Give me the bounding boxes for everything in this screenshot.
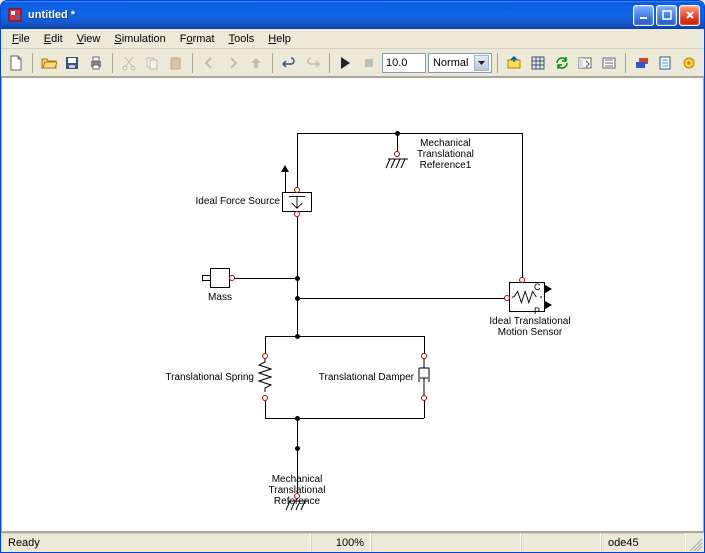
app-icon xyxy=(7,7,23,23)
maximize-button[interactable] xyxy=(656,5,677,26)
wire xyxy=(297,133,522,134)
status-solver: ode45 xyxy=(601,533,686,552)
forward-button[interactable] xyxy=(222,52,244,74)
connection-node xyxy=(295,334,300,339)
menu-view[interactable]: View xyxy=(70,31,108,47)
model-explorer-button[interactable] xyxy=(574,52,596,74)
port-conserving xyxy=(294,211,300,217)
minimize-button[interactable] xyxy=(633,5,654,26)
library-browser-button[interactable] xyxy=(598,52,620,74)
separator xyxy=(329,53,330,73)
separator xyxy=(497,53,498,73)
menu-simulation[interactable]: Simulation xyxy=(107,31,172,47)
label-ideal-force-source: Ideal Force Source xyxy=(180,196,280,207)
port-conserving xyxy=(229,275,235,281)
connection-node xyxy=(295,446,300,451)
separator xyxy=(112,53,113,73)
block-translational-spring[interactable] xyxy=(258,358,272,396)
window-controls xyxy=(633,5,700,26)
port-conserving xyxy=(519,277,525,283)
port-conserving xyxy=(394,151,400,157)
status-empty2 xyxy=(521,533,601,552)
block-mech-ref1[interactable] xyxy=(385,156,411,172)
port-conserving xyxy=(421,395,427,401)
close-button[interactable] xyxy=(679,5,700,26)
simulation-mode-value: Normal xyxy=(433,57,468,69)
port-conserving xyxy=(421,353,427,359)
status-empty1 xyxy=(371,533,521,552)
save-button[interactable] xyxy=(61,52,83,74)
separator xyxy=(32,53,33,73)
signal-out-arrow-icon xyxy=(545,301,552,309)
toolbar: Normal xyxy=(1,49,704,77)
stop-button[interactable] xyxy=(358,52,380,74)
port-conserving xyxy=(504,295,510,301)
label-mass: Mass xyxy=(202,292,238,303)
menu-file[interactable]: File xyxy=(5,31,37,47)
menu-tools[interactable]: Tools xyxy=(222,31,262,47)
back-button[interactable] xyxy=(198,52,220,74)
redo-button[interactable] xyxy=(302,52,324,74)
label-mech-ref-real: Mechanical Translational Reference xyxy=(260,474,334,507)
menu-help[interactable]: Help xyxy=(261,31,298,47)
block-mass[interactable] xyxy=(210,268,230,288)
wire xyxy=(297,278,298,298)
menu-format[interactable]: Format xyxy=(173,31,222,47)
wire xyxy=(285,170,286,192)
update-diagram-button[interactable] xyxy=(527,52,549,74)
debug-button[interactable] xyxy=(678,52,700,74)
print-button[interactable] xyxy=(85,52,107,74)
separator xyxy=(192,53,193,73)
label-translational-damper: Translational Damper xyxy=(308,372,414,383)
wire xyxy=(230,278,297,279)
statusbar: Ready 100% ode45 xyxy=(1,532,704,552)
block-translational-damper[interactable] xyxy=(417,358,431,396)
status-ready: Ready xyxy=(1,533,311,552)
signal-out-arrow-icon xyxy=(545,285,552,293)
wire xyxy=(265,418,424,419)
wire xyxy=(297,298,298,336)
up-button[interactable] xyxy=(245,52,267,74)
separator xyxy=(272,53,273,73)
port-conserving xyxy=(262,395,268,401)
undo-button[interactable] xyxy=(278,52,300,74)
label-translational-spring: Translational Spring xyxy=(154,372,254,383)
window-title: untitled * xyxy=(28,9,633,21)
new-button[interactable] xyxy=(5,52,27,74)
wire xyxy=(265,336,424,337)
refresh-button[interactable] xyxy=(551,52,573,74)
model-browser-button[interactable] xyxy=(655,52,677,74)
menubar: File Edit View Simulation Format Tools H… xyxy=(1,29,704,49)
simulation-mode-select[interactable]: Normal xyxy=(428,53,492,73)
toggle-sample-time-button[interactable] xyxy=(631,52,653,74)
cut-button[interactable] xyxy=(118,52,140,74)
connection-node xyxy=(295,416,300,421)
copy-button[interactable] xyxy=(142,52,164,74)
build-button[interactable] xyxy=(503,52,525,74)
paste-button[interactable] xyxy=(165,52,187,74)
label-motion-sensor: Ideal Translational Motion Sensor xyxy=(480,316,580,338)
connection-node xyxy=(395,131,400,136)
open-button[interactable] xyxy=(38,52,60,74)
wire xyxy=(522,133,523,282)
port-conserving xyxy=(262,353,268,359)
signal-open-arrow-icon xyxy=(281,165,289,172)
port-label-c: C xyxy=(534,282,541,293)
simulink-window: untitled * File Edit View Simulation For… xyxy=(0,0,705,553)
mass-port-icon xyxy=(202,275,210,281)
block-ideal-force-source[interactable] xyxy=(282,192,312,212)
label-mech-ref1: Mechanical Translational Reference1 xyxy=(417,138,474,171)
wire xyxy=(297,298,509,299)
model-canvas[interactable]: Ideal Force Source Mechanical Translatio… xyxy=(1,77,704,532)
wire xyxy=(297,133,298,193)
menu-edit[interactable]: Edit xyxy=(37,31,70,47)
separator xyxy=(625,53,626,73)
dropdown-arrow-icon xyxy=(474,55,489,71)
resize-grip-icon[interactable] xyxy=(686,535,702,551)
port-conserving xyxy=(294,187,300,193)
titlebar[interactable]: untitled * xyxy=(1,1,704,29)
status-zoom: 100% xyxy=(311,533,371,552)
run-button[interactable] xyxy=(335,52,357,74)
stop-time-field[interactable] xyxy=(382,53,426,73)
